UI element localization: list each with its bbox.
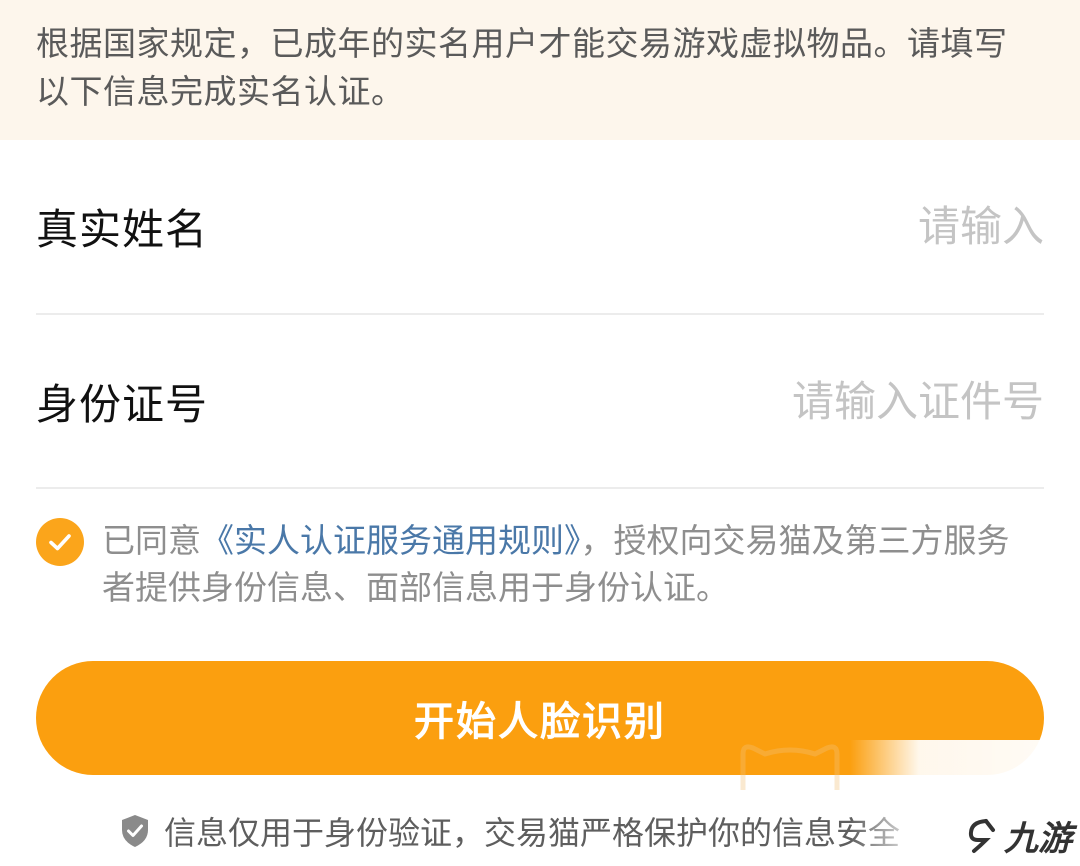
agreement-row: 已同意《实人认证服务通用规则》，授权向交易猫及第三方服务者提供身份信息、面部信息… [36,517,1044,611]
real-name-label: 真实姓名 [36,204,209,254]
site-logo-text: 九游 [1004,819,1072,859]
cat-watermark-icon [740,744,840,790]
notice-line-2: 以下信息完成实名认证。 [36,72,405,111]
id-number-row: 身份证号 [36,356,1044,446]
divider [36,487,1044,489]
agreement-text: 已同意《实人认证服务通用规则》，授权向交易猫及第三方服务者提供身份信息、面部信息… [102,517,1042,611]
shield-check-icon [122,815,148,847]
realname-notice-banner: 根据国家规定，已成年的实名用户才能交易游戏虚拟物品。请填写 以下信息完成实名认证… [0,0,1080,140]
real-name-input[interactable] [524,201,1044,251]
site-logo-icon [968,818,995,853]
real-name-row: 真实姓名 [36,181,1044,271]
checkmark-icon [49,534,71,551]
privacy-note: 信息仅用于身份验证，交易猫严格保护你的信息安全 [120,808,900,854]
id-number-label: 身份证号 [36,379,209,429]
divider [36,313,1044,315]
privacy-note-text: 信息仅用于身份验证，交易猫严格保护你的信息安全 [164,814,901,852]
agreement-prefix: 已同意 [102,521,201,560]
agreement-rules-link[interactable]: 《实人认证服务通用规则》 [201,521,581,560]
id-number-input[interactable] [524,376,1044,426]
agreement-checkbox[interactable] [36,518,84,566]
notice-line-1: 根据国家规定，已成年的实名用户才能交易游戏虚拟物品。请填写 [36,24,1008,63]
site-watermark-logo: 九游 [966,811,1072,860]
